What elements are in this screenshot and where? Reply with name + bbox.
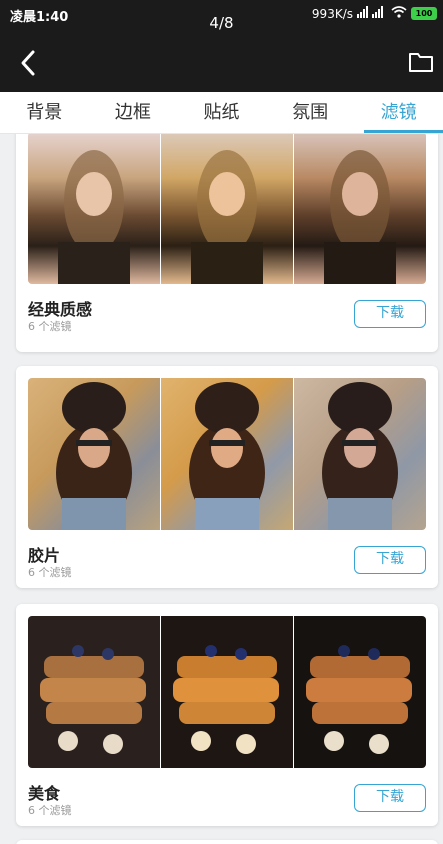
top-nav-bar: 4/8 [0,14,443,92]
tab-border[interactable]: 边框 [89,92,178,133]
preview-image [161,616,294,768]
filter-pack-title: 胶片 [28,546,61,565]
filter-pack-title: 经典质感 [28,300,93,319]
preview-image [28,616,161,768]
filter-preview-strip [28,134,426,284]
filter-pack-card[interactable]: 美食 6 个滤镜 下载 [16,604,438,826]
filter-pack-card[interactable]: 经典质感 6 个滤镜 下载 [16,134,438,352]
tab-filters[interactable]: 滤镜 [354,92,443,133]
download-button[interactable]: 下载 [354,546,426,574]
back-button[interactable] [14,48,44,78]
preview-image [28,378,161,530]
chevron-left-icon [21,50,35,76]
filter-pack-count: 6 个滤镜 [28,804,72,817]
filter-pack-count: 6 个滤镜 [28,320,72,333]
filter-pack-list[interactable]: 经典质感 6 个滤镜 下载 胶片 6 个滤镜 下载 美食 6 个滤镜 下载 [0,134,443,844]
download-button[interactable]: 下载 [354,300,426,328]
preview-image [161,134,294,284]
filter-preview-strip [28,378,426,530]
tab-stickers[interactable]: 贴纸 [177,92,266,133]
filter-pack-card[interactable] [16,840,438,844]
filter-pack-card[interactable]: 胶片 6 个滤镜 下载 [16,366,438,588]
folder-button[interactable] [407,50,435,74]
preview-image [294,378,426,530]
preview-image [161,378,294,530]
page-counter: 4/8 [209,14,234,32]
filter-pack-title: 美食 [28,784,61,803]
download-button[interactable]: 下载 [354,784,426,812]
filter-pack-count: 6 个滤镜 [28,566,72,579]
folder-icon [409,53,433,72]
preview-image [294,616,426,768]
filter-preview-strip [28,616,426,768]
preview-image [294,134,426,284]
tab-atmosphere[interactable]: 氛围 [266,92,355,133]
category-tabs: 背景 边框 贴纸 氛围 滤镜 [0,92,443,134]
tab-background[interactable]: 背景 [0,92,89,133]
preview-image [28,134,161,284]
